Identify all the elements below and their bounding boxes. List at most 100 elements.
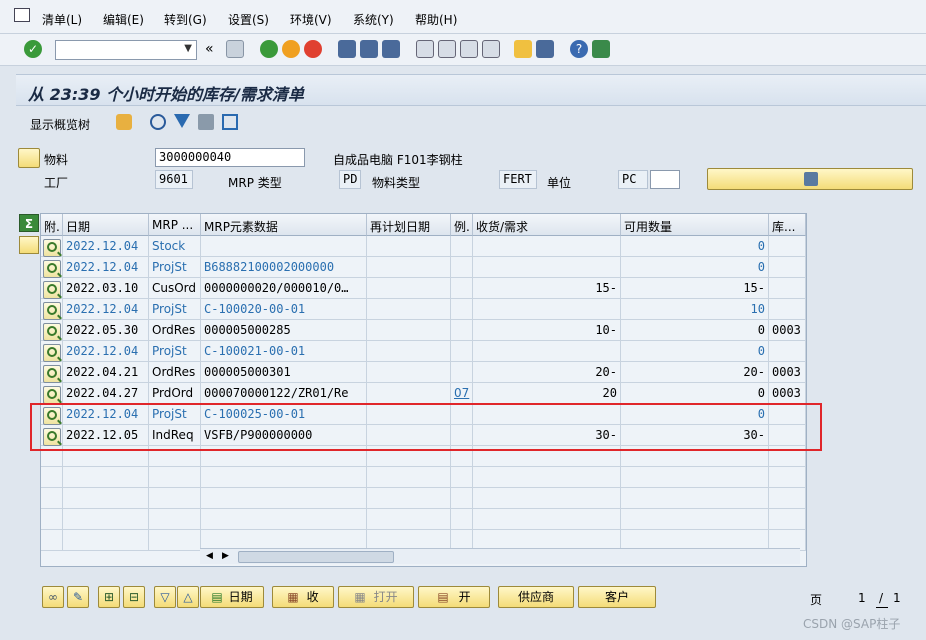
menu-goto[interactable]: 转到(G) [164, 11, 207, 28]
table-row-empty [41, 467, 806, 488]
filter-reset-icon[interactable] [222, 114, 238, 130]
table-row[interactable]: 2022.12.04 Stock 0 [41, 236, 806, 257]
col-header-available-qty[interactable]: 可用数量 [621, 214, 769, 236]
shortcut-icon[interactable] [536, 40, 554, 58]
plant-label: 工厂 [44, 176, 69, 190]
col-header-reschedule-date[interactable]: 再计划日期 [367, 214, 451, 236]
edit-button[interactable] [707, 168, 913, 190]
scroll-right-icon[interactable]: ▶ [222, 551, 229, 561]
back-icon[interactable] [260, 40, 278, 58]
command-field[interactable]: ▼ [55, 40, 197, 60]
table-row[interactable]: 2022.03.10 CusOrd 0000000020/000010/0… 15- 1… [41, 278, 806, 299]
cell-ex [451, 341, 473, 362]
menu-environment[interactable]: 环境(V) [290, 11, 332, 28]
col-header-exception[interactable]: 例. [451, 214, 473, 236]
table-row[interactable]: 2022.12.04 ProjSt C-100020-00-01 10 [41, 299, 806, 320]
vendor-button[interactable]: 供应商 [498, 586, 574, 608]
save-icon[interactable] [226, 40, 244, 58]
open-button[interactable]: ▤ 开 [418, 586, 490, 608]
cell-recv: 10- [473, 320, 621, 341]
detail-button[interactable] [43, 323, 61, 341]
material-type-field: FERT [499, 170, 537, 189]
expand-all-button[interactable]: ⊞ [98, 586, 120, 608]
material-field[interactable]: 3000000040 [155, 148, 305, 167]
table-row[interactable]: 2022.04.21 OrdRes 000005000301 20- 20- 0003 [41, 362, 806, 383]
col-header-storage-location[interactable]: 库... [769, 214, 806, 236]
change-element-button[interactable]: ✎ [67, 586, 89, 608]
magnifier-icon [47, 263, 57, 273]
detail-button[interactable] [43, 344, 61, 362]
cell-avail: 0 [621, 236, 769, 257]
table-row[interactable]: 2022.12.04 ProjSt B68882100002000000 0 [41, 257, 806, 278]
cell-detail [41, 257, 63, 278]
display-element-button[interactable]: ∞ [42, 586, 64, 608]
menu-settings[interactable]: 设置(S) [228, 11, 269, 28]
refresh-icon[interactable] [150, 114, 166, 130]
cell-ex [451, 299, 473, 320]
cell-mrp: CusOrd [149, 278, 201, 299]
col-header-mrp-data[interactable]: MRP元素数据 [201, 214, 367, 236]
detail-button[interactable] [43, 365, 61, 383]
cell-date: 2022.12.04 [63, 236, 149, 257]
window-menu-icon[interactable] [14, 8, 30, 22]
menu-help[interactable]: 帮助(H) [415, 11, 457, 28]
cell-resched [367, 362, 451, 383]
planning-icon[interactable] [116, 114, 132, 130]
collapse-all-button[interactable]: ⊟ [123, 586, 145, 608]
receipt-icon: ▦ [287, 590, 299, 604]
menu-edit[interactable]: 编辑(E) [103, 11, 144, 28]
overview-tree-button[interactable]: 显示概览树 [30, 116, 90, 133]
sort-up-button[interactable]: △ [177, 586, 199, 608]
sort-down-button[interactable]: ▽ [154, 586, 176, 608]
find-next-icon[interactable] [382, 40, 400, 58]
last-page-icon[interactable] [482, 40, 500, 58]
layout-icon[interactable] [592, 40, 610, 58]
chevron-down-icon[interactable]: ▼ [184, 43, 192, 54]
cell-empty [201, 488, 367, 509]
detail-button[interactable] [43, 260, 61, 278]
col-header-date[interactable]: 日期 [63, 214, 149, 236]
col-header-attachment[interactable]: 附. [41, 214, 63, 236]
next-page-icon[interactable] [460, 40, 478, 58]
cell-mrp: PrdOrd [149, 383, 201, 404]
cell-empty [41, 467, 63, 488]
col-header-receipt-requirement[interactable]: 收货/需求 [473, 214, 621, 236]
exit-icon[interactable] [282, 40, 300, 58]
help-icon[interactable]: ? [570, 40, 588, 58]
col-header-mrp-element[interactable]: MRP ... [149, 214, 201, 236]
page-current[interactable]: 1 [858, 591, 866, 605]
prev-page-icon[interactable] [438, 40, 456, 58]
scroll-left-icon[interactable]: ◀ [206, 551, 213, 561]
menu-system[interactable]: 系统(Y) [353, 11, 394, 28]
detail-button[interactable] [43, 281, 61, 299]
find-icon[interactable] [360, 40, 378, 58]
new-session-icon[interactable] [514, 40, 532, 58]
cell-stor: 0003 [769, 383, 806, 404]
cell-avail: 0 [621, 257, 769, 278]
receipt-button[interactable]: ▦ 收 [272, 586, 334, 608]
cell-resched [367, 383, 451, 404]
filter-icon[interactable] [174, 114, 190, 128]
horizontal-scrollbar[interactable]: ◀ ▶ [200, 548, 800, 564]
cell-empty [63, 467, 149, 488]
cell-empty [769, 488, 806, 509]
print-icon[interactable] [338, 40, 356, 58]
scroll-thumb[interactable] [238, 551, 394, 563]
customer-button[interactable]: 客户 [578, 586, 656, 608]
select-all-button[interactable] [19, 236, 39, 254]
enter-check-icon[interactable]: ✓ [24, 40, 42, 58]
table-row[interactable]: 2022.04.27 PrdOrd 000070000122/ZR01/Re 07 20… [41, 383, 806, 404]
detail-button[interactable] [43, 302, 61, 320]
table-row[interactable]: 2022.05.30 OrdRes 000005000285 10- 0 0003 [41, 320, 806, 341]
cancel-icon[interactable] [304, 40, 322, 58]
detail-button[interactable] [43, 386, 61, 404]
first-page-icon[interactable] [416, 40, 434, 58]
menu-list[interactable]: 清单(L) [42, 11, 82, 28]
detail-button[interactable] [43, 239, 61, 257]
table-row[interactable]: 2022.12.04 ProjSt C-100021-00-01 0 [41, 341, 806, 362]
date-button[interactable]: ▤ 日期 [200, 586, 264, 608]
back-arrows-icon[interactable]: « [205, 41, 214, 57]
settings-icon[interactable] [198, 114, 214, 130]
material-button[interactable] [18, 148, 40, 168]
sum-button[interactable]: Σ [19, 214, 39, 232]
